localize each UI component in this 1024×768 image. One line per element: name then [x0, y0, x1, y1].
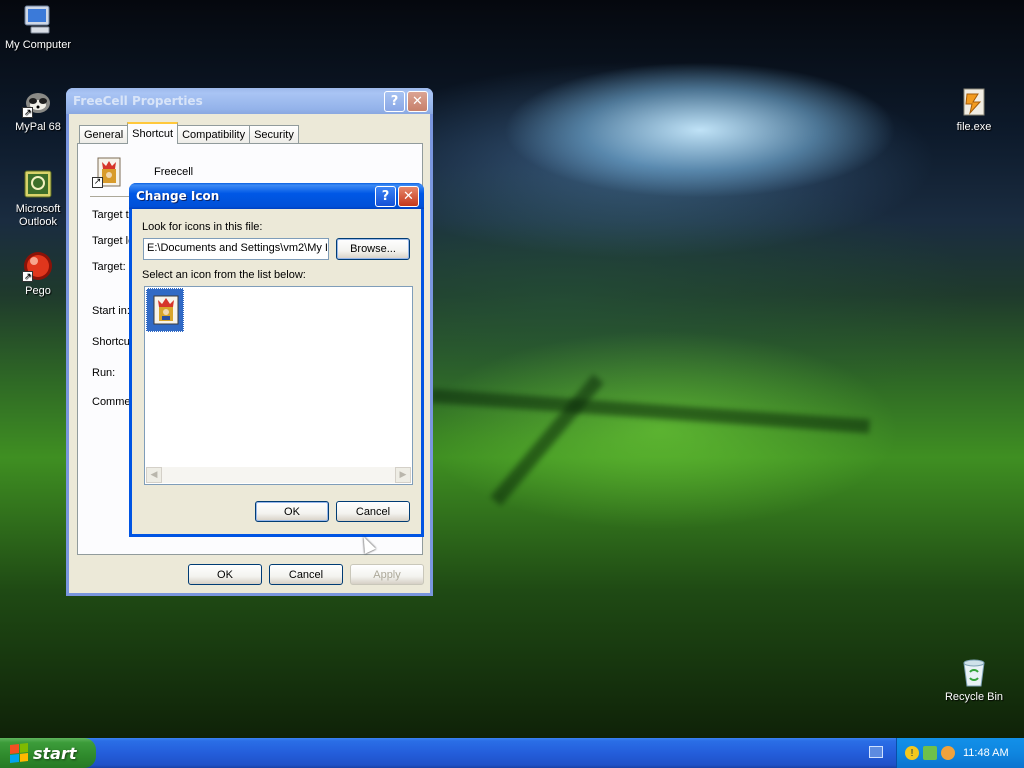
keyboard-language-icon[interactable] — [869, 746, 883, 758]
run-label: Run: — [92, 367, 116, 379]
desktop-icon-outlook[interactable]: Microsoft Outlook — [0, 168, 76, 229]
close-button[interactable]: ✕ — [407, 90, 428, 112]
properties-titlebar[interactable]: FreeCell Properties ? ✕ — [66, 88, 433, 114]
recycle-bin-icon — [958, 656, 990, 688]
desktop-icon-my-computer[interactable]: My Computer — [0, 4, 76, 52]
target-location-label: Target lo — [92, 235, 135, 247]
close-button[interactable]: ✕ — [398, 185, 419, 207]
exe-file-icon — [958, 86, 990, 118]
help-button[interactable]: ? — [375, 185, 396, 207]
tab-security[interactable]: Security — [249, 125, 299, 144]
shortcut-name: Freecell — [154, 166, 194, 178]
tab-general[interactable]: General — [79, 125, 129, 144]
network-icon[interactable] — [923, 746, 937, 760]
tab-strip: General Shortcut Compatibility Security — [79, 122, 299, 144]
desktop-icon-file-exe[interactable]: file.exe — [936, 86, 1012, 134]
search-icon[interactable] — [941, 746, 955, 760]
freecell-king-icon — [150, 294, 182, 329]
comment-label: Commer — [92, 396, 135, 408]
apply-button[interactable]: Apply — [350, 564, 424, 585]
ok-button[interactable]: OK — [255, 501, 329, 522]
shortcut-arrow-icon: ↗ — [22, 271, 33, 282]
desktop-icon-pego[interactable]: ↗ Pego — [0, 250, 76, 298]
cancel-button[interactable]: Cancel — [269, 564, 343, 585]
icon-list-item[interactable] — [146, 288, 184, 332]
tab-shortcut[interactable]: Shortcut — [127, 122, 179, 144]
freecell-app-icon: ↗ — [92, 156, 124, 188]
icon-list[interactable]: ◀ ▶ — [144, 286, 413, 485]
change-icon-titlebar[interactable]: Change Icon ? ✕ — [129, 183, 424, 209]
start-in-label: Start in: — [92, 305, 130, 317]
scroll-left-icon[interactable]: ◀ — [146, 467, 162, 483]
system-tray: ! 11:48 AM — [896, 738, 1024, 768]
cancel-button[interactable]: Cancel — [336, 501, 410, 522]
security-shield-icon[interactable]: ! — [905, 746, 919, 760]
dialog-title: Change Icon — [136, 189, 220, 203]
scroll-right-icon[interactable]: ▶ — [395, 467, 411, 483]
scroll-track[interactable] — [162, 467, 395, 483]
start-label: start — [33, 743, 77, 763]
desktop-icon-mypal[interactable]: ↗ MyPal 68 — [0, 86, 76, 134]
clock[interactable]: 11:48 AM — [963, 747, 1009, 759]
icon-file-path-input[interactable]: E:\Documents and Settings\vm2\My I — [143, 238, 329, 260]
windows-flag-icon — [10, 743, 28, 763]
shortcut-arrow-icon: ↗ — [92, 177, 103, 188]
computer-icon — [22, 4, 54, 36]
ok-button[interactable]: OK — [188, 564, 262, 585]
target-label: Target: — [92, 261, 126, 273]
raccoon-browser-icon: ↗ — [22, 86, 54, 118]
select-icon-label: Select an icon from the list below: — [142, 269, 306, 281]
shortcut-key-label: Shortcu — [92, 336, 130, 348]
start-button[interactable]: start — [0, 738, 96, 768]
shortcut-arrow-icon: ↗ — [22, 107, 33, 118]
horizontal-scrollbar[interactable]: ◀ ▶ — [146, 467, 411, 483]
change-icon-dialog: Change Icon ? ✕ Look for icons in this f… — [129, 183, 424, 537]
red-ball-icon: ↗ — [22, 250, 54, 282]
look-for-icons-label: Look for icons in this file: — [142, 221, 263, 233]
tab-compatibility[interactable]: Compatibility — [177, 125, 251, 144]
desktop-icon-recycle-bin[interactable]: Recycle Bin — [936, 656, 1012, 704]
target-type-label: Target t — [92, 209, 129, 221]
outlook-icon — [22, 168, 54, 200]
window-title: FreeCell Properties — [73, 94, 203, 108]
help-button[interactable]: ? — [384, 90, 405, 112]
browse-button[interactable]: Browse... — [336, 238, 410, 260]
